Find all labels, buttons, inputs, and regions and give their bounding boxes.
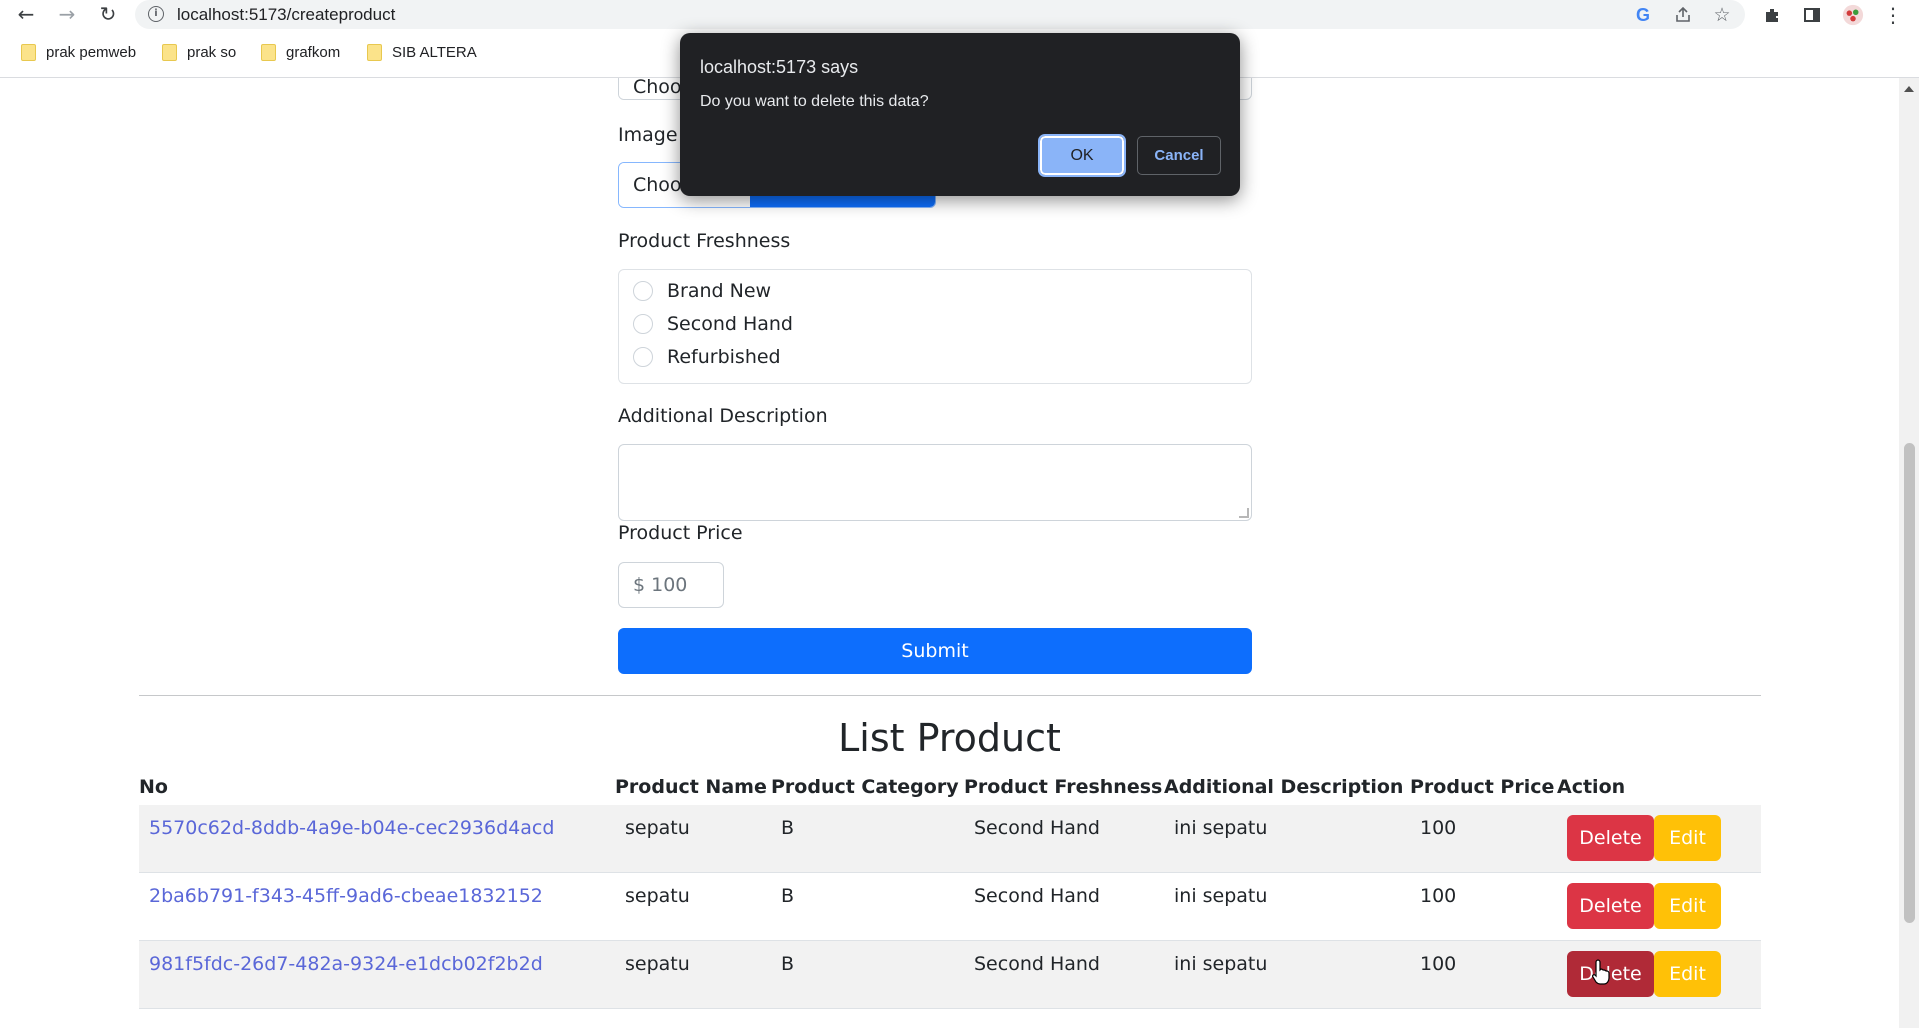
row-freshness: Second Hand: [974, 817, 1100, 839]
dialog-cancel-button[interactable]: Cancel: [1137, 136, 1221, 175]
page-scrollbar[interactable]: [1899, 78, 1919, 1028]
row-category: B: [781, 953, 795, 975]
side-panel-icon[interactable]: [1801, 4, 1823, 26]
bookmark-star-icon[interactable]: ☆: [1711, 4, 1733, 26]
folder-icon: [162, 44, 177, 61]
column-header-additional-description: Additional Description: [1164, 776, 1404, 798]
freshness-label: Product Freshness: [618, 230, 791, 252]
bookmark-item[interactable]: SIB ALTERA: [367, 44, 477, 61]
radio-button[interactable]: [633, 281, 653, 301]
folder-icon: [261, 44, 276, 61]
row-category: B: [781, 817, 795, 839]
price-label: Product Price: [618, 522, 743, 544]
hand-cursor-icon: [1592, 959, 1610, 985]
radio-second-hand[interactable]: Second Hand: [633, 313, 793, 335]
row-freshness: Second Hand: [974, 885, 1100, 907]
section-divider: [139, 695, 1761, 696]
row-id-link[interactable]: 5570c62d-8ddb-4a9e-b04e-cec2936d4acd: [149, 817, 554, 839]
row-id-link[interactable]: 981f5fdc-26d7-482a-9324-e1dcb02f2b2d: [149, 953, 543, 975]
dialog-title: localhost:5173 says: [700, 57, 859, 77]
folder-icon: [367, 44, 382, 61]
scrollbar-thumb[interactable]: [1904, 443, 1915, 923]
row-name: sepatu: [625, 817, 690, 839]
share-icon[interactable]: [1672, 4, 1694, 26]
reload-icon[interactable]: ↻: [96, 2, 120, 26]
column-header-product-name: Product Name: [615, 776, 767, 798]
list-title: List Product: [838, 716, 1061, 760]
extensions-icon[interactable]: [1761, 4, 1783, 26]
profile-avatar[interactable]: [1842, 4, 1864, 26]
row-price: 100: [1420, 885, 1457, 907]
row-description: ini sepatu: [1174, 953, 1268, 975]
bookmark-item[interactable]: prak so: [162, 44, 236, 61]
column-header-product-freshness: Product Freshness: [964, 776, 1163, 798]
address-url[interactable]: localhost:5173/createproduct: [177, 5, 395, 25]
radio-button[interactable]: [633, 347, 653, 367]
menu-kebab-icon[interactable]: ⋮: [1882, 3, 1904, 27]
row-description: ini sepatu: [1174, 817, 1268, 839]
google-lens-icon[interactable]: G: [1632, 4, 1654, 26]
delete-button[interactable]: Delete: [1567, 883, 1654, 929]
confirm-dialog: localhost:5173 says Do you want to delet…: [680, 33, 1240, 196]
row-name: sepatu: [625, 953, 690, 975]
row-price: 100: [1420, 953, 1457, 975]
bookmark-item[interactable]: grafkom: [261, 44, 340, 61]
table-row: 5570c62d-8ddb-4a9e-b04e-cec2936d4acd sep…: [139, 805, 1761, 873]
resize-grip-icon[interactable]: [1239, 508, 1249, 518]
row-category: B: [781, 885, 795, 907]
column-header-action: Action: [1557, 776, 1626, 798]
forward-icon[interactable]: →: [55, 2, 79, 26]
row-name: sepatu: [625, 885, 690, 907]
radio-refurbished[interactable]: Refurbished: [633, 346, 781, 368]
edit-button[interactable]: Edit: [1654, 951, 1721, 997]
back-icon[interactable]: ←: [14, 2, 38, 26]
delete-button[interactable]: Delete: [1567, 951, 1654, 997]
price-input[interactable]: $ 100: [618, 562, 724, 608]
radio-brand-new[interactable]: Brand New: [633, 280, 771, 302]
select-value: Choo: [619, 78, 689, 99]
browser-toolbar: ← → ↻ i localhost:5173/createproduct G ☆…: [0, 0, 1919, 29]
submit-button[interactable]: Submit: [618, 628, 1252, 674]
dialog-ok-button[interactable]: OK: [1038, 134, 1126, 177]
page-content: Choo Image o Choo Product Freshness Bran…: [0, 78, 1899, 1028]
row-description: ini sepatu: [1174, 885, 1268, 907]
table-row: 2ba6b791-f343-45ff-9ad6-cbeae1832152 sep…: [139, 873, 1761, 941]
bookmark-item[interactable]: prak pemweb: [21, 44, 136, 61]
column-header-product-price: Product Price: [1410, 776, 1555, 798]
edit-button[interactable]: Edit: [1654, 883, 1721, 929]
folder-icon: [21, 44, 36, 61]
description-textarea[interactable]: [618, 444, 1252, 521]
row-id-link[interactable]: 2ba6b791-f343-45ff-9ad6-cbeae1832152: [149, 885, 543, 907]
dialog-message: Do you want to delete this data?: [700, 93, 929, 110]
scroll-up-arrow-icon[interactable]: [1904, 86, 1914, 92]
delete-button[interactable]: Delete: [1567, 815, 1654, 861]
description-label: Additional Description: [618, 405, 828, 427]
site-info-icon[interactable]: i: [148, 6, 164, 22]
radio-button[interactable]: [633, 314, 653, 334]
row-freshness: Second Hand: [974, 953, 1100, 975]
row-price: 100: [1420, 817, 1457, 839]
column-header-no: No: [139, 776, 168, 798]
table-row: 981f5fdc-26d7-482a-9324-e1dcb02f2b2d sep…: [139, 941, 1761, 1009]
column-header-product-category: Product Category: [771, 776, 959, 798]
freshness-radio-group: Brand New Second Hand Refurbished: [618, 269, 1252, 384]
edit-button[interactable]: Edit: [1654, 815, 1721, 861]
